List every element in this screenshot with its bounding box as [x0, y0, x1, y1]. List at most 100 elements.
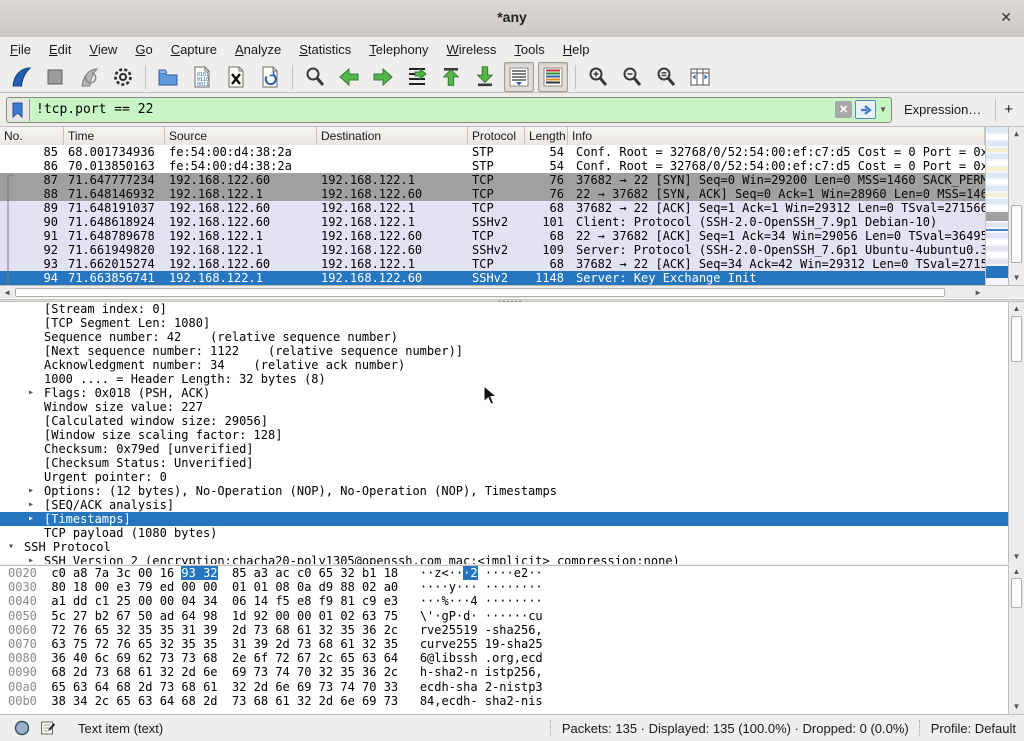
detail-line[interactable]: 1000 .... = Header Length: 32 bytes (8) — [0, 372, 1024, 386]
menu-item-file[interactable]: File — [2, 39, 39, 60]
detail-line[interactable]: TCP payload (1080 bytes) — [0, 526, 1024, 540]
profile-label[interactable]: Profile: Default — [931, 721, 1016, 736]
hex-row-0030[interactable]: 0030 80 18 00 e3 79 ed 00 00 01 01 08 0a… — [0, 580, 1024, 594]
expand-icon[interactable]: ▸ — [28, 512, 34, 526]
filter-history-dropdown-icon[interactable]: ▼ — [879, 105, 887, 114]
detail-line[interactable]: ▸SSH Version 2 (encryption:chacha20-poly… — [0, 554, 1024, 564]
column-header-source[interactable]: Source — [165, 127, 317, 145]
scroll-down-icon[interactable]: ▼ — [1009, 551, 1024, 563]
hex-row-00b0[interactable]: 00b0 38 34 2c 65 63 64 68 2d 73 68 61 32… — [0, 694, 1024, 708]
detail-line[interactable]: ▸[SEQ/ACK analysis] — [0, 498, 1024, 512]
expert-info-icon[interactable] — [14, 720, 30, 736]
zoom-reset-icon[interactable] — [651, 62, 681, 92]
column-header-info[interactable]: Info — [568, 127, 985, 145]
detail-line[interactable]: ▸Flags: 0x018 (PSH, ACK) — [0, 386, 1024, 400]
go-to-packet-icon[interactable] — [402, 62, 432, 92]
auto-scroll-icon[interactable] — [504, 62, 534, 92]
packet-row-94[interactable]: 9471.663856741192.168.122.1192.168.122.6… — [0, 271, 985, 285]
detail-line[interactable]: [Calculated window size: 29056] — [0, 414, 1024, 428]
stop-capture-icon[interactable] — [40, 62, 70, 92]
hex-row-0090[interactable]: 0090 68 2d 73 68 61 32 2d 6e 69 73 74 70… — [0, 665, 1024, 679]
column-header-no[interactable]: No. — [0, 127, 64, 145]
zoom-out-icon[interactable] — [617, 62, 647, 92]
menu-item-go[interactable]: Go — [127, 39, 160, 60]
column-header-destination[interactable]: Destination — [317, 127, 468, 145]
scroll-down-icon[interactable]: ▼ — [1009, 701, 1024, 713]
packet-row-89[interactable]: 8971.648191037192.168.122.60192.168.122.… — [0, 201, 985, 215]
go-last-packet-icon[interactable] — [470, 62, 500, 92]
find-packet-icon[interactable] — [300, 62, 330, 92]
column-header-length[interactable]: Length — [525, 127, 568, 145]
save-file-icon[interactable]: 010101100011 — [187, 62, 217, 92]
display-filter-input[interactable] — [30, 100, 835, 120]
hex-row-00a0[interactable]: 00a0 65 63 64 68 2d 73 68 61 32 2d 6e 69… — [0, 680, 1024, 694]
detail-line[interactable]: Acknowledgment number: 34 (relative ack … — [0, 358, 1024, 372]
start-capture-icon[interactable] — [6, 62, 36, 92]
add-filter-button[interactable]: + — [995, 99, 1021, 121]
scroll-thumb[interactable] — [1011, 205, 1022, 263]
packet-row-91[interactable]: 9171.648789678192.168.122.1192.168.122.6… — [0, 229, 985, 243]
intelligent-scrollbar-minimap[interactable] — [985, 127, 1009, 285]
menu-item-statistics[interactable]: Statistics — [291, 39, 359, 60]
menu-item-analyze[interactable]: Analyze — [227, 39, 289, 60]
detail-line[interactable]: [Stream index: 0] — [0, 302, 1024, 316]
detail-line[interactable]: ▸Options: (12 bytes), No-Operation (NOP)… — [0, 484, 1024, 498]
scroll-down-icon[interactable]: ▼ — [1009, 272, 1024, 284]
resize-columns-icon[interactable] — [685, 62, 715, 92]
reload-file-icon[interactable] — [255, 62, 285, 92]
detail-line[interactable]: ▾SSH Protocol — [0, 540, 1024, 554]
hex-row-0040[interactable]: 0040 a1 dd c1 25 00 00 04 34 06 14 f5 e8… — [0, 594, 1024, 608]
menu-item-tools[interactable]: Tools — [506, 39, 552, 60]
capture-comment-icon[interactable] — [40, 720, 56, 736]
go-first-packet-icon[interactable] — [436, 62, 466, 92]
scroll-up-icon[interactable]: ▲ — [1009, 566, 1024, 578]
packet-list-vertical-scrollbar[interactable]: ▲ ▼ — [1008, 127, 1024, 285]
details-vertical-scrollbar[interactable]: ▲ ▼ — [1008, 302, 1024, 564]
scroll-right-icon[interactable]: ▶ — [972, 287, 984, 299]
packet-row-93[interactable]: 9371.662015274192.168.122.60192.168.122.… — [0, 257, 985, 271]
detail-line[interactable]: ▸[Timestamps] — [0, 512, 1024, 526]
detail-line[interactable]: [Next sequence number: 1122 (relative se… — [0, 344, 1024, 358]
scroll-up-icon[interactable]: ▲ — [1009, 303, 1024, 315]
scroll-left-icon[interactable]: ◀ — [1, 287, 13, 299]
packet-row-92[interactable]: 9271.661949820192.168.122.1192.168.122.6… — [0, 243, 985, 257]
packet-row-85[interactable]: 8568.001734936fe:54:00:d4:38:2aSTP54Conf… — [0, 145, 985, 159]
packet-row-86[interactable]: 8670.013850163fe:54:00:d4:38:2aSTP54Conf… — [0, 159, 985, 173]
column-header-protocol[interactable]: Protocol — [468, 127, 525, 145]
bytes-vertical-scrollbar[interactable]: ▲ ▼ — [1008, 565, 1024, 714]
filter-bookmark-button[interactable] — [7, 99, 30, 121]
hex-row-0070[interactable]: 0070 63 75 72 76 65 32 35 35 31 39 2d 73… — [0, 637, 1024, 651]
expand-icon[interactable]: ▸ — [28, 498, 34, 512]
menu-item-help[interactable]: Help — [555, 39, 598, 60]
hex-row-0050[interactable]: 0050 5c 27 b2 67 50 ad 64 98 1d 92 00 00… — [0, 609, 1024, 623]
hex-row-0080[interactable]: 0080 36 40 6c 69 62 73 73 68 2e 6f 72 67… — [0, 651, 1024, 665]
go-back-icon[interactable] — [334, 62, 364, 92]
menu-item-view[interactable]: View — [81, 39, 125, 60]
scroll-thumb[interactable] — [15, 288, 945, 297]
go-forward-icon[interactable] — [368, 62, 398, 92]
scroll-up-icon[interactable]: ▲ — [1009, 128, 1024, 140]
scroll-thumb[interactable] — [1011, 316, 1022, 362]
hex-row-0020[interactable]: 0020 c0 a8 7a 3c 00 16 93 32 85 a3 ac c0… — [0, 566, 1024, 580]
detail-line[interactable]: [TCP Segment Len: 1080] — [0, 316, 1024, 330]
menu-item-capture[interactable]: Capture — [163, 39, 225, 60]
colorize-icon[interactable] — [538, 62, 568, 92]
close-file-icon[interactable] — [221, 62, 251, 92]
packet-list-horizontal-scrollbar[interactable]: ◀ ▶ — [0, 285, 985, 298]
expand-icon[interactable]: ▸ — [28, 554, 34, 564]
menu-item-wireless[interactable]: Wireless — [439, 39, 505, 60]
expand-icon[interactable]: ▸ — [28, 386, 34, 400]
scroll-thumb[interactable] — [1011, 578, 1022, 608]
filter-clear-icon[interactable]: ✕ — [835, 101, 852, 118]
filter-apply-icon[interactable] — [855, 100, 876, 119]
column-header-time[interactable]: Time — [64, 127, 165, 145]
detail-line[interactable]: Window size value: 227 — [0, 400, 1024, 414]
detail-line[interactable]: [Window size scaling factor: 128] — [0, 428, 1024, 442]
restart-capture-icon[interactable] — [74, 62, 104, 92]
detail-line[interactable]: Checksum: 0x79ed [unverified] — [0, 442, 1024, 456]
expand-icon[interactable]: ▸ — [28, 484, 34, 498]
open-file-icon[interactable] — [153, 62, 183, 92]
close-icon[interactable]: ✕ — [1000, 9, 1012, 26]
detail-line[interactable]: [Checksum Status: Unverified] — [0, 456, 1024, 470]
menu-item-edit[interactable]: Edit — [41, 39, 79, 60]
